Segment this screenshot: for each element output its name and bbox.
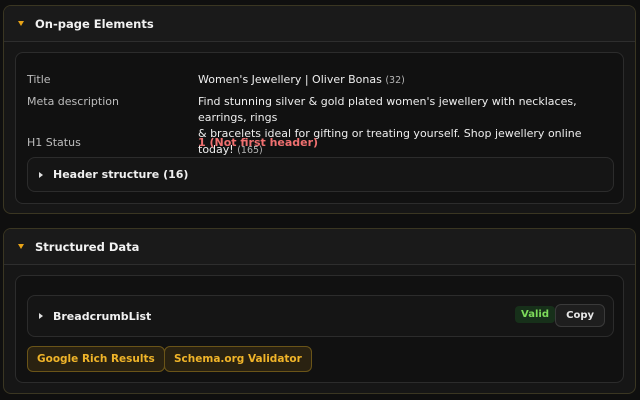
meta-description-label: Meta description [27,95,119,108]
h1-status-value: 1 (Not first header) [198,136,319,149]
structured-panel-header[interactable]: Structured Data [4,229,635,265]
valid-badge: Valid [515,306,555,323]
onpage-panel-header[interactable]: On-page Elements [4,6,635,42]
header-structure-label: Header structure (16) [53,168,189,181]
copy-button[interactable]: Copy [555,304,605,327]
structured-card: BreadcrumbList Valid Copy Google Rich Re… [15,275,624,383]
caret-right-icon [39,171,43,178]
title-label: Title [27,73,51,86]
title-count: (32) [385,75,405,86]
breadcrumblist-item[interactable]: BreadcrumbList Valid Copy [27,295,614,337]
breadcrumblist-label: BreadcrumbList [53,309,152,323]
caret-down-icon [18,21,24,26]
title-value: Women's Jewellery | Oliver Bonas (32) [198,72,405,89]
structured-panel-title: Structured Data [35,239,140,254]
structured-panel: Structured Data BreadcrumbList Valid Cop… [3,228,636,394]
caret-down-icon [18,244,24,249]
onpage-panel: On-page Elements Title Women's Jewellery… [3,5,636,214]
onpage-card: Title Women's Jewellery | Oliver Bonas (… [15,52,624,204]
schema-validator-button[interactable]: Schema.org Validator [164,346,312,372]
meta-description-line1: Find stunning silver & gold plated women… [198,95,577,124]
header-structure-toggle[interactable]: Header structure (16) [27,157,614,192]
title-text: Women's Jewellery | Oliver Bonas [198,73,382,86]
h1-status-label: H1 Status [27,136,81,149]
onpage-panel-title: On-page Elements [35,16,154,31]
google-rich-results-button[interactable]: Google Rich Results [27,346,165,372]
caret-right-icon [39,313,43,319]
